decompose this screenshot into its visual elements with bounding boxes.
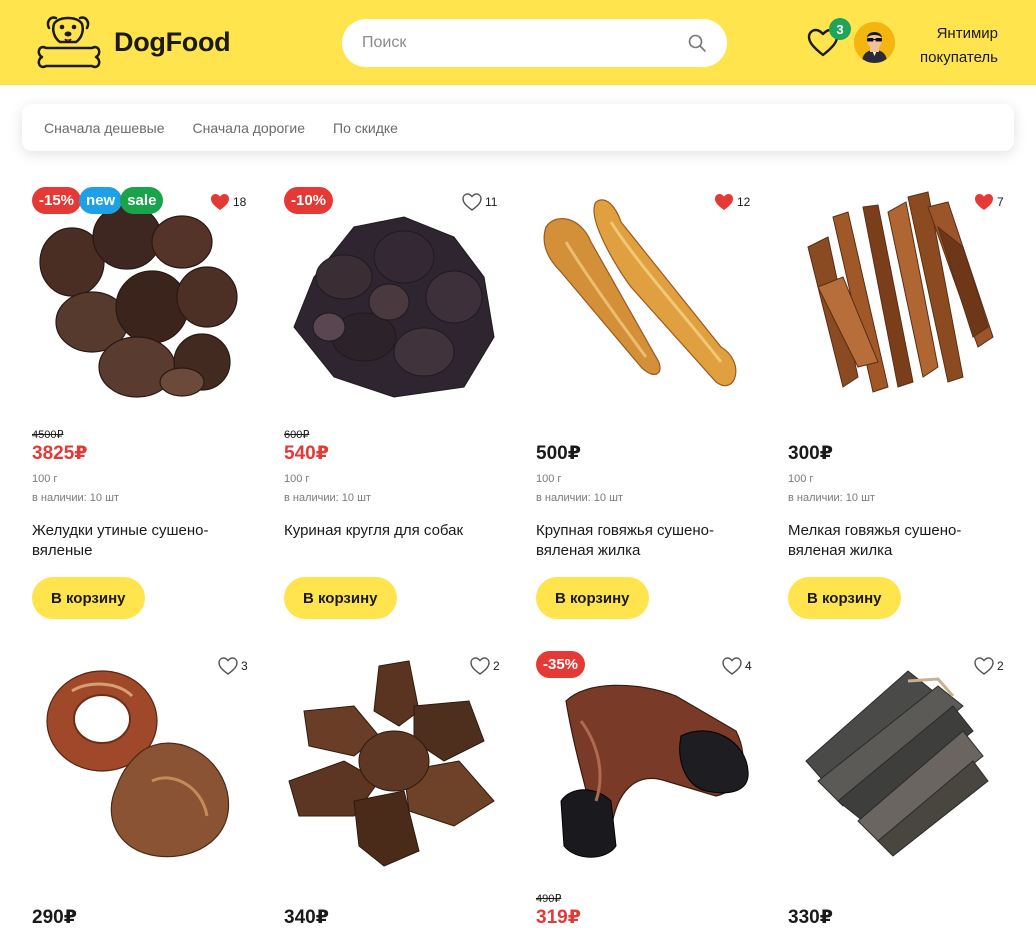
product-image[interactable] bbox=[32, 651, 254, 881]
avatar[interactable] bbox=[854, 22, 895, 63]
weight: 100 г bbox=[284, 473, 310, 485]
product-image[interactable] bbox=[284, 651, 506, 881]
search-input[interactable] bbox=[362, 19, 682, 67]
like-count: 11 bbox=[485, 195, 498, 209]
price: 330₽ bbox=[788, 907, 833, 928]
like-button[interactable]: 11 bbox=[462, 193, 497, 211]
like-count: 3 bbox=[241, 659, 248, 673]
badges: -35% bbox=[536, 651, 586, 678]
header: DogFood 3 Янтимир покупатель bbox=[0, 0, 1036, 85]
add-to-cart-button[interactable]: В корзину bbox=[788, 577, 901, 619]
user-avatar-icon bbox=[854, 22, 895, 63]
like-button[interactable]: 18 bbox=[210, 193, 246, 211]
product-image[interactable] bbox=[788, 187, 1010, 417]
weight: 100 г bbox=[536, 473, 562, 485]
price: 340₽ bbox=[284, 907, 329, 928]
add-to-cart-button[interactable]: В корзину bbox=[536, 577, 649, 619]
sort-bar: Сначала дешевые Сначала дорогие По скидк… bbox=[22, 104, 1014, 151]
like-button[interactable]: 12 bbox=[714, 193, 750, 211]
user-info[interactable]: Янтимир покупатель bbox=[905, 22, 998, 70]
like-count: 12 bbox=[737, 195, 751, 209]
badges: -15% new sale bbox=[32, 187, 164, 214]
heart-outline-icon bbox=[974, 657, 994, 675]
heart-outline-icon bbox=[722, 657, 742, 675]
old-price: 490₽ bbox=[536, 893, 562, 905]
stock: в наличии: 10 шт bbox=[284, 492, 371, 504]
like-count: 18 bbox=[233, 195, 247, 209]
like-button[interactable]: 4 bbox=[722, 657, 752, 675]
sort-by-discount[interactable]: По скидке bbox=[333, 120, 398, 136]
heart-filled-icon bbox=[211, 194, 229, 210]
price: 300₽ bbox=[788, 443, 833, 464]
stock: в наличии: 10 шт bbox=[32, 492, 119, 504]
user-role: покупатель bbox=[920, 49, 998, 66]
sale-badge: sale bbox=[120, 187, 164, 214]
product-name[interactable]: Желудки утиные сушено-вяленые bbox=[32, 521, 247, 561]
discount-badge: -15% bbox=[32, 187, 82, 214]
heart-outline-icon bbox=[470, 657, 490, 675]
like-count: 2 bbox=[493, 659, 500, 673]
badges: -10% bbox=[284, 187, 334, 214]
favorites-count-badge: 3 bbox=[829, 18, 851, 40]
stock: в наличии: 10 шт bbox=[788, 492, 875, 504]
search-icon[interactable] bbox=[687, 33, 707, 53]
add-to-cart-button[interactable]: В корзину bbox=[284, 577, 397, 619]
heart-outline-icon bbox=[462, 193, 482, 211]
product-name[interactable]: Мелкая говяжья сушено-вяленая жилка bbox=[788, 521, 1003, 561]
price: 290₽ bbox=[32, 907, 77, 928]
new-badge: new bbox=[79, 187, 123, 214]
old-price: 4500₽ bbox=[32, 429, 64, 441]
weight: 100 г bbox=[788, 473, 814, 485]
heart-outline-icon bbox=[218, 657, 238, 675]
search-box bbox=[342, 19, 727, 67]
price: 3825₽ bbox=[32, 443, 88, 464]
product-name[interactable]: Крупная говяжья сушено-вяленая жилка bbox=[536, 521, 751, 561]
product-image[interactable] bbox=[32, 187, 254, 417]
like-button[interactable]: 2 bbox=[974, 657, 1004, 675]
logo[interactable]: DogFood bbox=[36, 12, 231, 72]
discount-badge: -10% bbox=[284, 187, 334, 214]
price: 540₽ bbox=[284, 443, 329, 464]
dog-bone-logo-icon bbox=[37, 16, 101, 69]
product-name[interactable]: Куриная кругля для собак bbox=[284, 521, 499, 541]
product-image[interactable] bbox=[536, 651, 758, 881]
add-to-cart-button[interactable]: В корзину bbox=[32, 577, 145, 619]
product-image[interactable] bbox=[284, 187, 506, 417]
sort-cheap-first[interactable]: Сначала дешевые bbox=[44, 120, 165, 136]
weight: 100 г bbox=[32, 473, 58, 485]
product-image[interactable] bbox=[536, 187, 758, 417]
stock: в наличии: 10 шт bbox=[536, 492, 623, 504]
old-price: 600₽ bbox=[284, 429, 310, 441]
price: 319₽ bbox=[536, 907, 581, 928]
price: 500₽ bbox=[536, 443, 581, 464]
like-count: 7 bbox=[997, 195, 1004, 209]
like-button[interactable]: 7 bbox=[974, 193, 1004, 211]
like-button[interactable]: 3 bbox=[218, 657, 248, 675]
like-button[interactable]: 2 bbox=[470, 657, 500, 675]
brand-name: DogFood bbox=[114, 26, 231, 57]
like-count: 2 bbox=[997, 659, 1004, 673]
discount-badge: -35% bbox=[536, 651, 586, 678]
like-count: 4 bbox=[745, 659, 752, 673]
sort-expensive-first[interactable]: Сначала дорогие bbox=[193, 120, 306, 136]
product-image[interactable] bbox=[788, 651, 1010, 881]
user-name: Янтимир bbox=[936, 25, 998, 42]
heart-filled-icon bbox=[715, 194, 733, 210]
heart-filled-icon bbox=[975, 194, 993, 210]
